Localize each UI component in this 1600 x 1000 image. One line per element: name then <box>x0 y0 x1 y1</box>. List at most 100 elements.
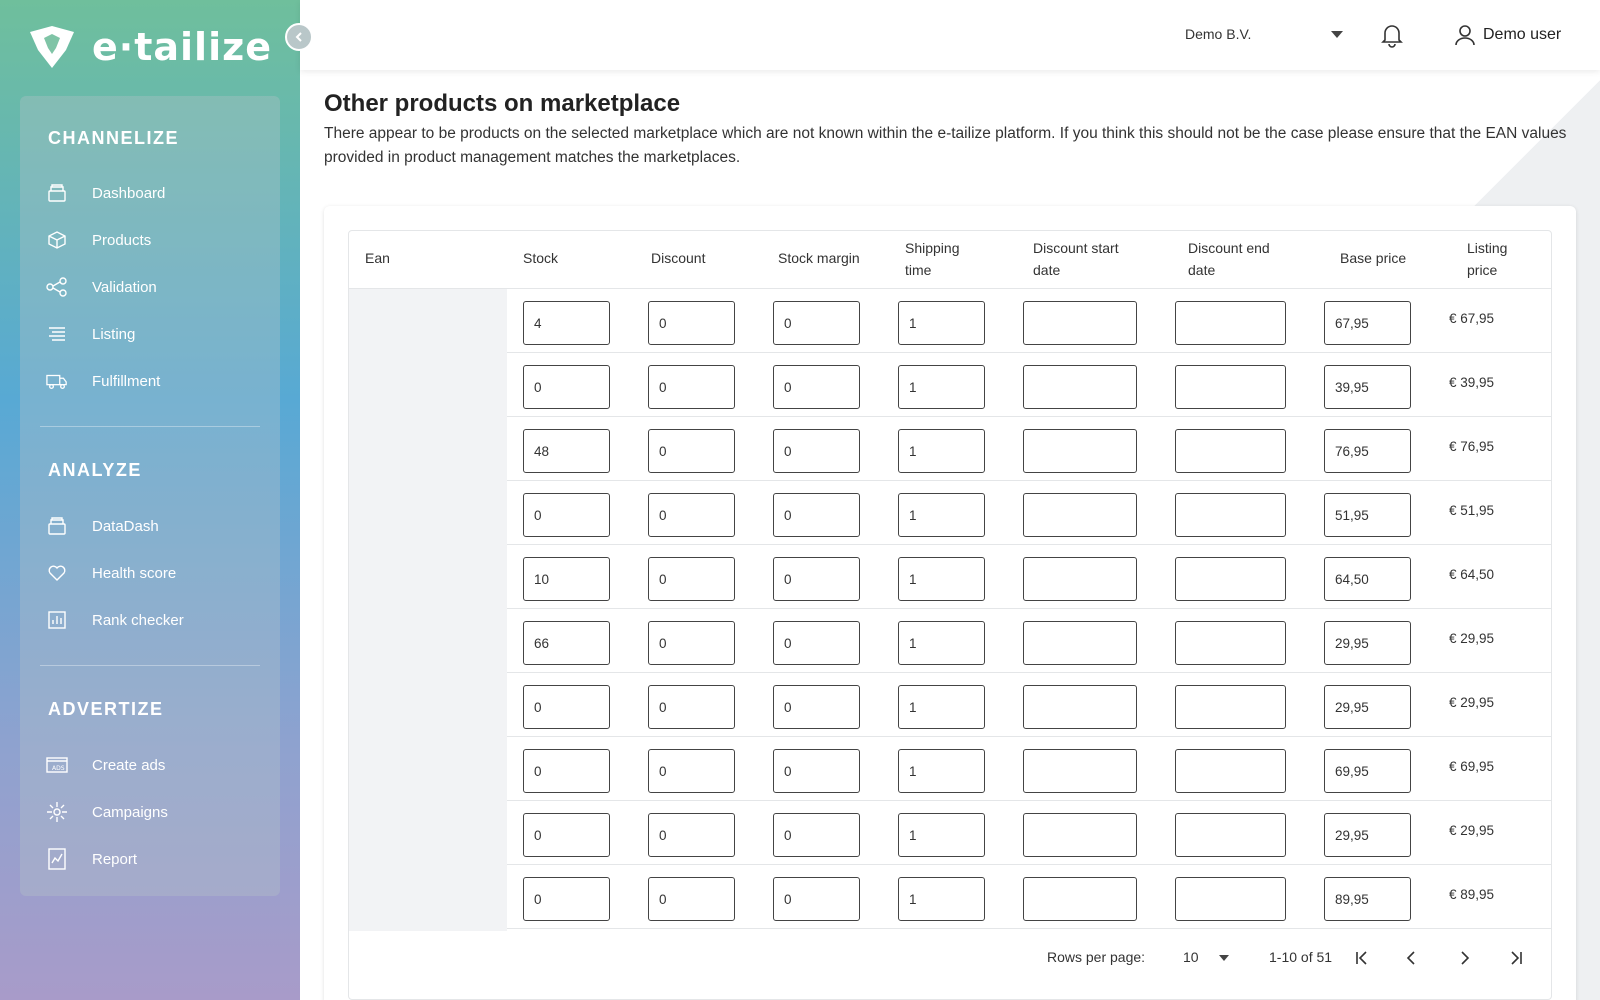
sidebar-item-rank-checker[interactable]: Rank checker <box>46 609 184 631</box>
stock-input[interactable]: 0 <box>523 813 610 857</box>
stock-margin-input[interactable]: 0 <box>773 685 860 729</box>
stock-input[interactable]: 4 <box>523 301 610 345</box>
stock-input[interactable]: 48 <box>523 429 610 473</box>
sidebar-item-health-score[interactable]: Health score <box>46 562 176 584</box>
discount-end-date-input[interactable] <box>1175 365 1286 409</box>
discount-input[interactable]: 0 <box>648 685 735 729</box>
base-price-input[interactable]: 39,95 <box>1324 365 1411 409</box>
next-page-button[interactable] <box>1451 945 1477 971</box>
stock-input[interactable]: 0 <box>523 877 610 921</box>
sidebar-item-campaigns[interactable]: Campaigns <box>46 801 168 823</box>
notification-bell-icon[interactable] <box>1380 22 1404 48</box>
base-price-input[interactable]: 29,95 <box>1324 621 1411 665</box>
stock-input[interactable]: 0 <box>523 685 610 729</box>
sidebar-item-report[interactable]: Report <box>46 848 137 870</box>
column-header-discount[interactable]: Discount <box>651 247 705 269</box>
discount-end-date-input[interactable] <box>1175 557 1286 601</box>
base-price-input[interactable]: 69,95 <box>1324 749 1411 793</box>
first-page-button[interactable] <box>1349 945 1375 971</box>
discount-input[interactable]: 0 <box>648 557 735 601</box>
discount-end-date-input[interactable] <box>1175 877 1286 921</box>
last-page-button[interactable] <box>1503 945 1529 971</box>
stock-input[interactable]: 66 <box>523 621 610 665</box>
company-select[interactable]: Demo B.V. <box>1185 26 1344 42</box>
chevron-down-icon[interactable] <box>1219 955 1229 961</box>
user-menu[interactable]: Demo user <box>1455 24 1561 46</box>
rows-per-page-select[interactable]: 10 <box>1183 949 1199 965</box>
discount-input[interactable]: 0 <box>648 877 735 921</box>
shipping-time-input[interactable]: 1 <box>898 621 985 665</box>
discount-input[interactable]: 0 <box>648 493 735 537</box>
shipping-time-input[interactable]: 1 <box>898 813 985 857</box>
base-price-input[interactable]: 29,95 <box>1324 685 1411 729</box>
discount-input[interactable]: 0 <box>648 365 735 409</box>
discount-start-date-input[interactable] <box>1023 557 1137 601</box>
discount-end-date-input[interactable] <box>1175 621 1286 665</box>
column-header-discount-start-date[interactable]: Discount start date <box>1033 237 1119 281</box>
column-header-stock[interactable]: Stock <box>523 247 558 269</box>
discount-end-date-input[interactable] <box>1175 429 1286 473</box>
column-header-stock-margin[interactable]: Stock margin <box>778 247 860 269</box>
stock-margin-input[interactable]: 0 <box>773 877 860 921</box>
shipping-time-input[interactable]: 1 <box>898 365 985 409</box>
stock-input[interactable]: 0 <box>523 749 610 793</box>
column-header-listing-price[interactable]: Listing price <box>1467 237 1507 281</box>
stock-margin-input[interactable]: 0 <box>773 813 860 857</box>
brand-logo[interactable]: e·tailize <box>26 24 272 70</box>
stock-margin-input[interactable]: 0 <box>773 429 860 473</box>
discount-end-date-input[interactable] <box>1175 813 1286 857</box>
collapse-sidebar-button[interactable] <box>285 23 313 51</box>
discount-input[interactable]: 0 <box>648 813 735 857</box>
base-price-input[interactable]: 64,50 <box>1324 557 1411 601</box>
discount-end-date-input[interactable] <box>1175 749 1286 793</box>
stock-margin-input[interactable]: 0 <box>773 365 860 409</box>
column-header-ean[interactable]: Ean <box>365 247 390 269</box>
sidebar-item-create-ads[interactable]: ADS Create ads <box>46 754 165 776</box>
stock-margin-input[interactable]: 0 <box>773 557 860 601</box>
base-price-input[interactable]: 76,95 <box>1324 429 1411 473</box>
base-price-input[interactable]: 51,95 <box>1324 493 1411 537</box>
stock-input[interactable]: 0 <box>523 493 610 537</box>
sidebar-item-fulfillment[interactable]: Fulfillment <box>46 370 160 392</box>
shipping-time-input[interactable]: 1 <box>898 557 985 601</box>
stock-margin-input[interactable]: 0 <box>773 621 860 665</box>
shipping-time-input[interactable]: 1 <box>898 429 985 473</box>
discount-start-date-input[interactable] <box>1023 813 1137 857</box>
discount-input[interactable]: 0 <box>648 749 735 793</box>
base-price-input[interactable]: 67,95 <box>1324 301 1411 345</box>
sidebar-item-listing[interactable]: Listing <box>46 323 135 345</box>
discount-start-date-input[interactable] <box>1023 301 1137 345</box>
discount-start-date-input[interactable] <box>1023 365 1137 409</box>
discount-start-date-input[interactable] <box>1023 749 1137 793</box>
base-price-input[interactable]: 89,95 <box>1324 877 1411 921</box>
discount-start-date-input[interactable] <box>1023 621 1137 665</box>
discount-end-date-input[interactable] <box>1175 685 1286 729</box>
previous-page-button[interactable] <box>1399 945 1425 971</box>
shipping-time-input[interactable]: 1 <box>898 685 985 729</box>
shipping-time-input[interactable]: 1 <box>898 493 985 537</box>
column-header-base-price[interactable]: Base price <box>1340 247 1406 269</box>
discount-input[interactable]: 0 <box>648 429 735 473</box>
discount-input[interactable]: 0 <box>648 301 735 345</box>
stock-input[interactable]: 10 <box>523 557 610 601</box>
discount-start-date-input[interactable] <box>1023 685 1137 729</box>
discount-end-date-input[interactable] <box>1175 493 1286 537</box>
column-header-discount-end-date[interactable]: Discount end date <box>1188 237 1270 281</box>
stock-input[interactable]: 0 <box>523 365 610 409</box>
discount-end-date-input[interactable] <box>1175 301 1286 345</box>
shipping-time-input[interactable]: 1 <box>898 877 985 921</box>
stock-margin-input[interactable]: 0 <box>773 301 860 345</box>
discount-start-date-input[interactable] <box>1023 429 1137 473</box>
shipping-time-input[interactable]: 1 <box>898 749 985 793</box>
discount-input[interactable]: 0 <box>648 621 735 665</box>
stock-margin-input[interactable]: 0 <box>773 749 860 793</box>
base-price-input[interactable]: 29,95 <box>1324 813 1411 857</box>
sidebar-item-products[interactable]: Products <box>46 229 151 251</box>
sidebar-item-validation[interactable]: Validation <box>46 276 157 298</box>
sidebar-item-dashboard[interactable]: Dashboard <box>46 182 165 204</box>
shipping-time-input[interactable]: 1 <box>898 301 985 345</box>
stock-margin-input[interactable]: 0 <box>773 493 860 537</box>
column-header-shipping-time[interactable]: Shipping time <box>905 237 960 281</box>
discount-start-date-input[interactable] <box>1023 877 1137 921</box>
discount-start-date-input[interactable] <box>1023 493 1137 537</box>
